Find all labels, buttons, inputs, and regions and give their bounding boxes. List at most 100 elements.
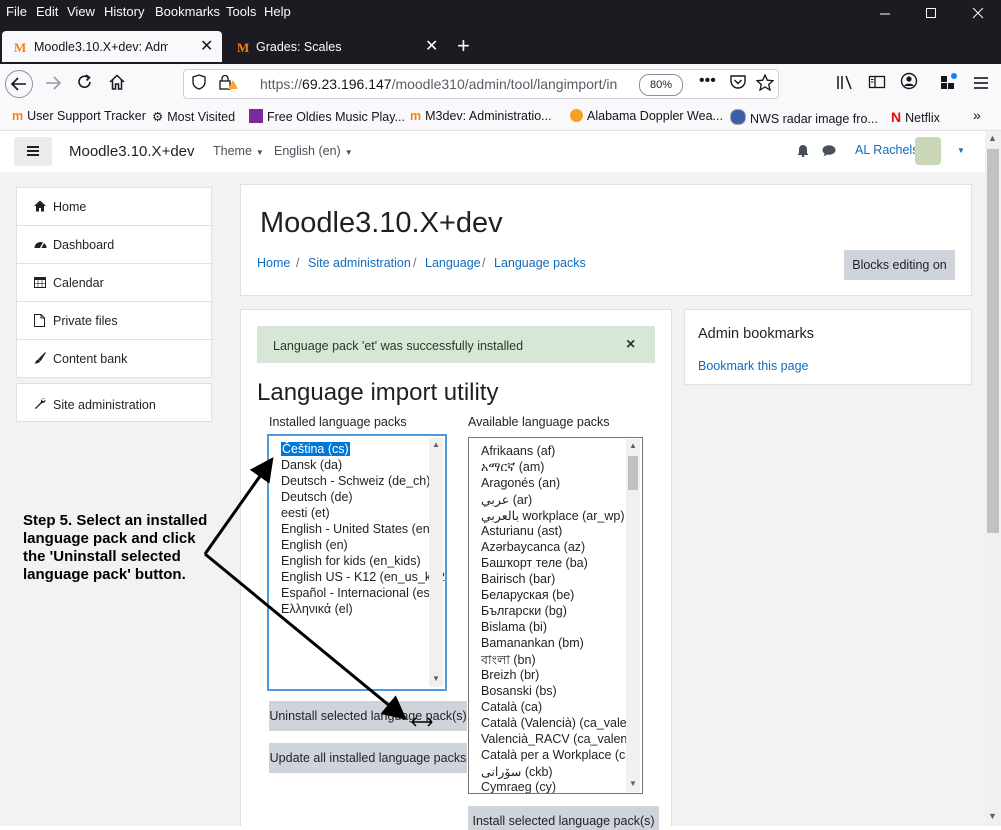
installed-option[interactable]: English (en) — [281, 538, 348, 552]
account-icon[interactable] — [894, 70, 924, 98]
available-option[interactable]: Afrikaans (af) — [481, 444, 555, 458]
menu-history[interactable]: History — [104, 4, 144, 19]
menu-edit[interactable]: Edit — [36, 4, 58, 19]
bookmark-m3dev[interactable]: m M3dev: Administratio... — [410, 109, 552, 123]
theme-menu[interactable]: Theme ▼ — [213, 144, 264, 158]
installed-option[interactable]: Deutsch (de) — [281, 490, 353, 504]
star-icon[interactable] — [755, 73, 775, 95]
installed-option[interactable]: Español - Internacional (es) — [281, 586, 434, 600]
sidebar-item-content-bank[interactable]: Content bank — [17, 340, 213, 378]
more-actions-icon[interactable]: ••• — [699, 72, 716, 90]
scroll-down-icon[interactable]: ▼ — [988, 811, 997, 821]
installed-option[interactable]: English for kids (en_kids) — [281, 554, 421, 568]
address-bar[interactable]: https://69.23.196.147/moodle310/admin/to… — [183, 69, 779, 99]
menu-tools[interactable]: Tools — [226, 4, 256, 19]
caret-down-icon[interactable]: ▼ — [957, 146, 965, 155]
sidebar-icon[interactable] — [862, 70, 892, 98]
available-option[interactable]: Български (bg) — [481, 604, 567, 618]
available-option[interactable]: Català (ca) — [481, 700, 542, 714]
menu-bookmarks[interactable]: Bookmarks — [155, 4, 220, 19]
tab-moodle-admin[interactable]: M Moodle3.10.X+dev: Administra ✕ — [2, 31, 222, 62]
scroll-up-icon[interactable]: ▲ — [988, 133, 997, 143]
bookmark-free-oldies[interactable]: Free Oldies Music Play... — [249, 109, 405, 124]
reload-button[interactable] — [70, 70, 100, 98]
listbox-scrollbar[interactable]: ▲ ▼ — [429, 438, 443, 687]
sidebar-item-calendar[interactable]: Calendar — [17, 264, 213, 302]
menu-file[interactable]: File — [6, 4, 27, 19]
available-option[interactable]: Aragonés (an) — [481, 476, 560, 490]
available-option[interactable]: Беларуская (be) — [481, 588, 574, 602]
menu-view[interactable]: View — [67, 4, 95, 19]
menu-help[interactable]: Help — [264, 4, 291, 19]
page-scrollbar[interactable]: ▲ ▼ — [985, 131, 1001, 826]
close-window-icon[interactable] — [972, 3, 984, 24]
chat-icon[interactable] — [822, 144, 836, 160]
available-packs-select[interactable]: Afrikaans (af) አማርኛ (am) Aragonés (an) عربي… — [468, 437, 643, 794]
back-button[interactable] — [5, 70, 33, 98]
shield-icon[interactable] — [192, 74, 206, 94]
install-selected-button[interactable]: Install selected language pack(s) — [468, 806, 659, 830]
bookmark-alabama-doppler[interactable]: Alabama Doppler Wea... — [570, 109, 723, 123]
new-tab-button[interactable]: + — [457, 33, 470, 59]
maximize-icon[interactable] — [925, 3, 937, 24]
app-menu-icon[interactable] — [966, 70, 996, 98]
installed-option[interactable]: Deutsch - Schweiz (de_ch) — [281, 474, 430, 488]
breadcrumb-language[interactable]: Language — [425, 256, 481, 270]
tab-grades-scales[interactable]: M Grades: Scales ✕ — [225, 31, 445, 62]
scrollbar-thumb[interactable] — [628, 456, 638, 490]
sidebar-item-dashboard[interactable]: Dashboard — [17, 226, 213, 264]
extensions-icon[interactable] — [934, 70, 964, 98]
installed-option[interactable]: eesti (et) — [281, 506, 330, 520]
scroll-down-icon[interactable]: ▼ — [432, 674, 440, 683]
scroll-up-icon[interactable]: ▲ — [629, 441, 637, 450]
available-option[interactable]: Bislama (bi) — [481, 620, 547, 634]
minimize-icon[interactable] — [879, 3, 891, 24]
breadcrumb-home[interactable]: Home — [257, 256, 290, 270]
available-option[interactable]: Azərbaycanca (az) — [481, 540, 585, 554]
installed-packs-select[interactable]: Čeština (cs) Dansk (da) Deutsch - Schweiz … — [267, 434, 447, 691]
bookmark-most-visited[interactable]: ⚙ Most Visited — [152, 109, 235, 124]
available-option[interactable]: سۆرانی (ckb) — [481, 764, 553, 779]
installed-option[interactable]: Dansk (da) — [281, 458, 342, 472]
installed-option[interactable]: English - United States (en_ — [281, 522, 437, 536]
scrollbar-thumb[interactable] — [987, 149, 999, 533]
pocket-icon[interactable] — [729, 74, 747, 94]
available-option[interactable]: Asturianu (ast) — [481, 524, 562, 538]
available-option[interactable]: Bamanankan (bm) — [481, 636, 584, 650]
available-option[interactable]: አማርኛ (am) — [481, 460, 544, 475]
breadcrumb-language-packs[interactable]: Language packs — [494, 256, 586, 270]
drawer-toggle-button[interactable] — [14, 137, 52, 166]
language-menu[interactable]: English (en) ▼ — [274, 144, 353, 158]
avatar[interactable] — [915, 137, 941, 165]
close-icon[interactable]: × — [626, 336, 635, 354]
scroll-up-icon[interactable]: ▲ — [432, 440, 440, 449]
breadcrumb-site-administration[interactable]: Site administration — [308, 256, 411, 270]
bell-icon[interactable] — [797, 144, 809, 160]
close-tab-icon[interactable]: ✕ — [425, 36, 438, 56]
user-menu[interactable]: AL Rachels — [855, 143, 918, 157]
available-option[interactable]: Cymraeg (cy) — [481, 780, 556, 793]
bookmark-user-support-tracker[interactable]: m User Support Tracker — [12, 109, 146, 123]
url-text[interactable]: https://69.23.196.147/moodle310/admin/to… — [260, 76, 630, 92]
scroll-down-icon[interactable]: ▼ — [629, 779, 637, 788]
site-brand[interactable]: Moodle3.10.X+dev — [69, 143, 195, 160]
bookmark-netflix[interactable]: N Netflix — [891, 109, 940, 125]
bookmark-nws-radar[interactable]: NWS radar image fro... — [730, 109, 878, 126]
installed-option[interactable]: Čeština (cs) — [280, 441, 351, 457]
forward-button[interactable] — [38, 70, 68, 98]
uninstall-selected-button[interactable]: Uninstall selected language pack(s) — [269, 701, 467, 731]
home-button[interactable] — [102, 70, 132, 98]
listbox-scrollbar[interactable]: ▲ ▼ — [626, 439, 640, 792]
sidebar-item-site-administration[interactable]: Site administration — [17, 384, 213, 423]
available-option[interactable]: Bosanski (bs) — [481, 684, 557, 698]
close-tab-icon[interactable]: ✕ — [200, 36, 213, 56]
installed-option[interactable]: Ελληνικά (el) — [281, 602, 353, 616]
available-option[interactable]: Català per a Workplace (ca_ — [481, 748, 626, 762]
available-option[interactable]: Breizh (br) — [481, 668, 539, 682]
library-icon[interactable] — [830, 70, 860, 98]
installed-option[interactable]: English US - K12 (en_us_k12 — [281, 570, 445, 584]
available-option[interactable]: Català (Valencià) (ca_valenc — [481, 716, 626, 730]
available-option[interactable]: Башҡорт теле (ba) — [481, 556, 588, 570]
lock-warning-icon[interactable] — [218, 74, 240, 94]
available-option[interactable]: Bairisch (bar) — [481, 572, 555, 586]
